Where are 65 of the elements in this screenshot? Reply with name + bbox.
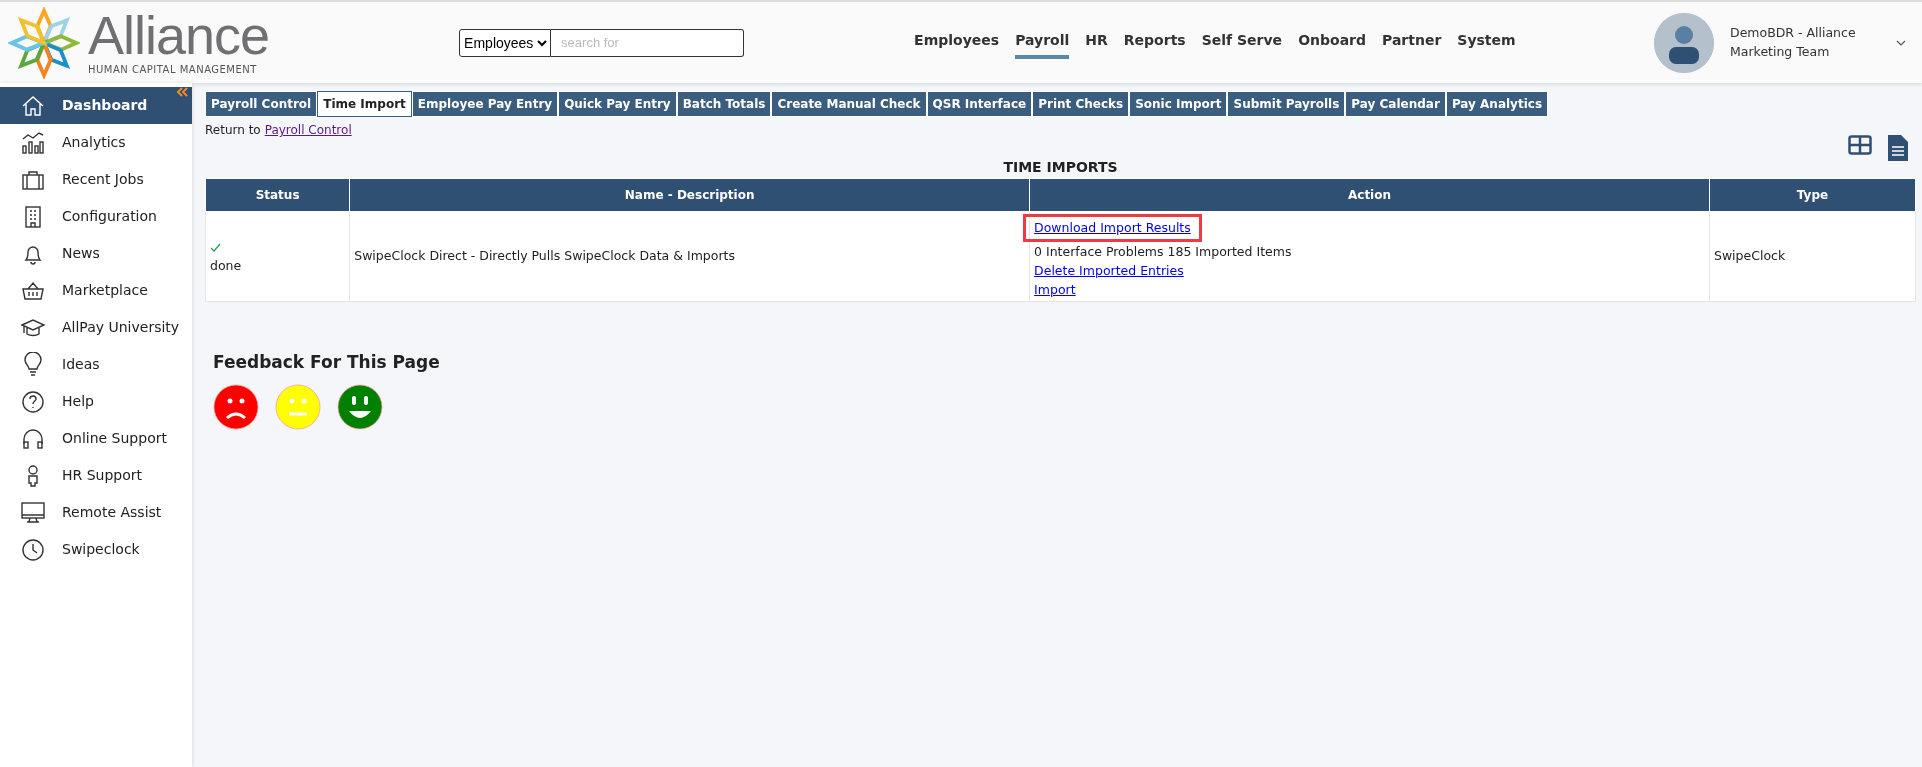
action-link[interactable]: Download Import Results bbox=[1034, 220, 1191, 235]
tab[interactable]: Submit Payrolls bbox=[1227, 91, 1346, 117]
nav-link[interactable]: Employees bbox=[914, 26, 1000, 59]
search-field[interactable]: search for bbox=[551, 28, 745, 57]
logo-tagline: HUMAN CAPITAL MANAGEMENT bbox=[88, 63, 258, 77]
happy-face-icon[interactable] bbox=[337, 383, 383, 430]
tab[interactable]: Sonic Import bbox=[1129, 91, 1228, 117]
logo-wordmark: Alliance bbox=[88, 8, 270, 62]
sidebar-item[interactable]: AllPay University bbox=[0, 309, 192, 346]
nav-link[interactable]: System bbox=[1457, 26, 1516, 59]
tab[interactable]: Employee Pay Entry bbox=[411, 91, 559, 117]
return-label: Return to bbox=[205, 122, 261, 139]
nav-link[interactable]: Payroll bbox=[1015, 26, 1070, 59]
column-header: Status bbox=[205, 178, 350, 212]
feedback-title: Feedback For This Page bbox=[213, 351, 441, 374]
clock-icon bbox=[20, 536, 46, 563]
tab[interactable]: Time Import bbox=[317, 91, 412, 117]
sidebar-item[interactable]: Swipeclock bbox=[0, 531, 192, 568]
action-link[interactable]: Delete Imported Entries bbox=[1034, 263, 1184, 278]
sidebar-item[interactable]: News bbox=[0, 235, 192, 272]
scope-dropdown[interactable]: Employees bbox=[459, 28, 552, 57]
table-cell: SwipeClock Direct - Directly Pulls SwipeClock Data & Imports bbox=[349, 211, 1030, 302]
tab[interactable]: Quick Pay Entry bbox=[558, 91, 677, 117]
analytics-icon bbox=[20, 129, 46, 156]
avatar-icon[interactable] bbox=[1654, 12, 1714, 73]
chevron-down-icon[interactable] bbox=[1896, 39, 1906, 46]
column-header: Type bbox=[1709, 178, 1916, 212]
tab[interactable]: Batch Totals bbox=[676, 91, 772, 117]
action-info-text: 0 Interface Problems 185 Imported Items bbox=[1034, 244, 1292, 259]
sidebar-item[interactable]: Help bbox=[0, 383, 192, 420]
tab[interactable]: Print Checks bbox=[1032, 91, 1130, 117]
grid-view-icon[interactable] bbox=[1848, 135, 1872, 155]
table-title: TIME IMPORTS bbox=[1002, 158, 1119, 177]
sidebar-item[interactable]: Dashboard bbox=[0, 87, 192, 124]
sidebar-item[interactable]: Recent Jobs bbox=[0, 161, 192, 198]
nav-link[interactable]: Partner bbox=[1382, 26, 1442, 59]
sad-face-icon[interactable] bbox=[213, 383, 259, 430]
action-link[interactable]: Import bbox=[1034, 282, 1076, 297]
column-header: Action bbox=[1029, 178, 1710, 212]
tab[interactable]: Pay Analytics bbox=[1445, 91, 1549, 117]
nav-link[interactable]: Onboard bbox=[1298, 26, 1366, 59]
nav-link[interactable]: HR bbox=[1085, 26, 1108, 59]
tab[interactable]: Pay Calendar bbox=[1345, 91, 1446, 117]
tab[interactable]: QSR Interface bbox=[926, 91, 1033, 117]
logo-icon bbox=[8, 6, 80, 79]
tab[interactable]: Create Manual Check bbox=[771, 91, 927, 117]
collapse-icon[interactable] bbox=[176, 87, 188, 97]
sidebar-item[interactable]: Analytics bbox=[0, 124, 192, 161]
tab[interactable]: Payroll Control bbox=[205, 91, 318, 117]
sidebar-item[interactable]: Online Support bbox=[0, 420, 192, 457]
column-header: Name - Description bbox=[349, 178, 1030, 212]
status-text: done bbox=[210, 257, 242, 273]
help-icon bbox=[20, 388, 46, 415]
sidebar-item[interactable]: Configuration bbox=[0, 198, 192, 235]
sidebar-item[interactable]: HR Support bbox=[0, 457, 192, 494]
monitor-icon bbox=[20, 499, 46, 526]
nav-link[interactable]: Reports bbox=[1123, 26, 1186, 59]
document-icon[interactable] bbox=[1888, 135, 1908, 161]
user-name[interactable]: DemoBDR - Alliance Marketing Team bbox=[1730, 23, 1880, 62]
sidebar-item[interactable]: Marketplace bbox=[0, 272, 192, 309]
table-cell: SwipeClock bbox=[1709, 211, 1916, 302]
sidebar-item[interactable]: Ideas bbox=[0, 346, 192, 383]
nav-link[interactable]: Self Serve bbox=[1201, 26, 1283, 59]
sidebar-item[interactable]: Remote Assist bbox=[0, 494, 192, 531]
payroll-control-link[interactable]: Payroll Control bbox=[264, 121, 352, 139]
